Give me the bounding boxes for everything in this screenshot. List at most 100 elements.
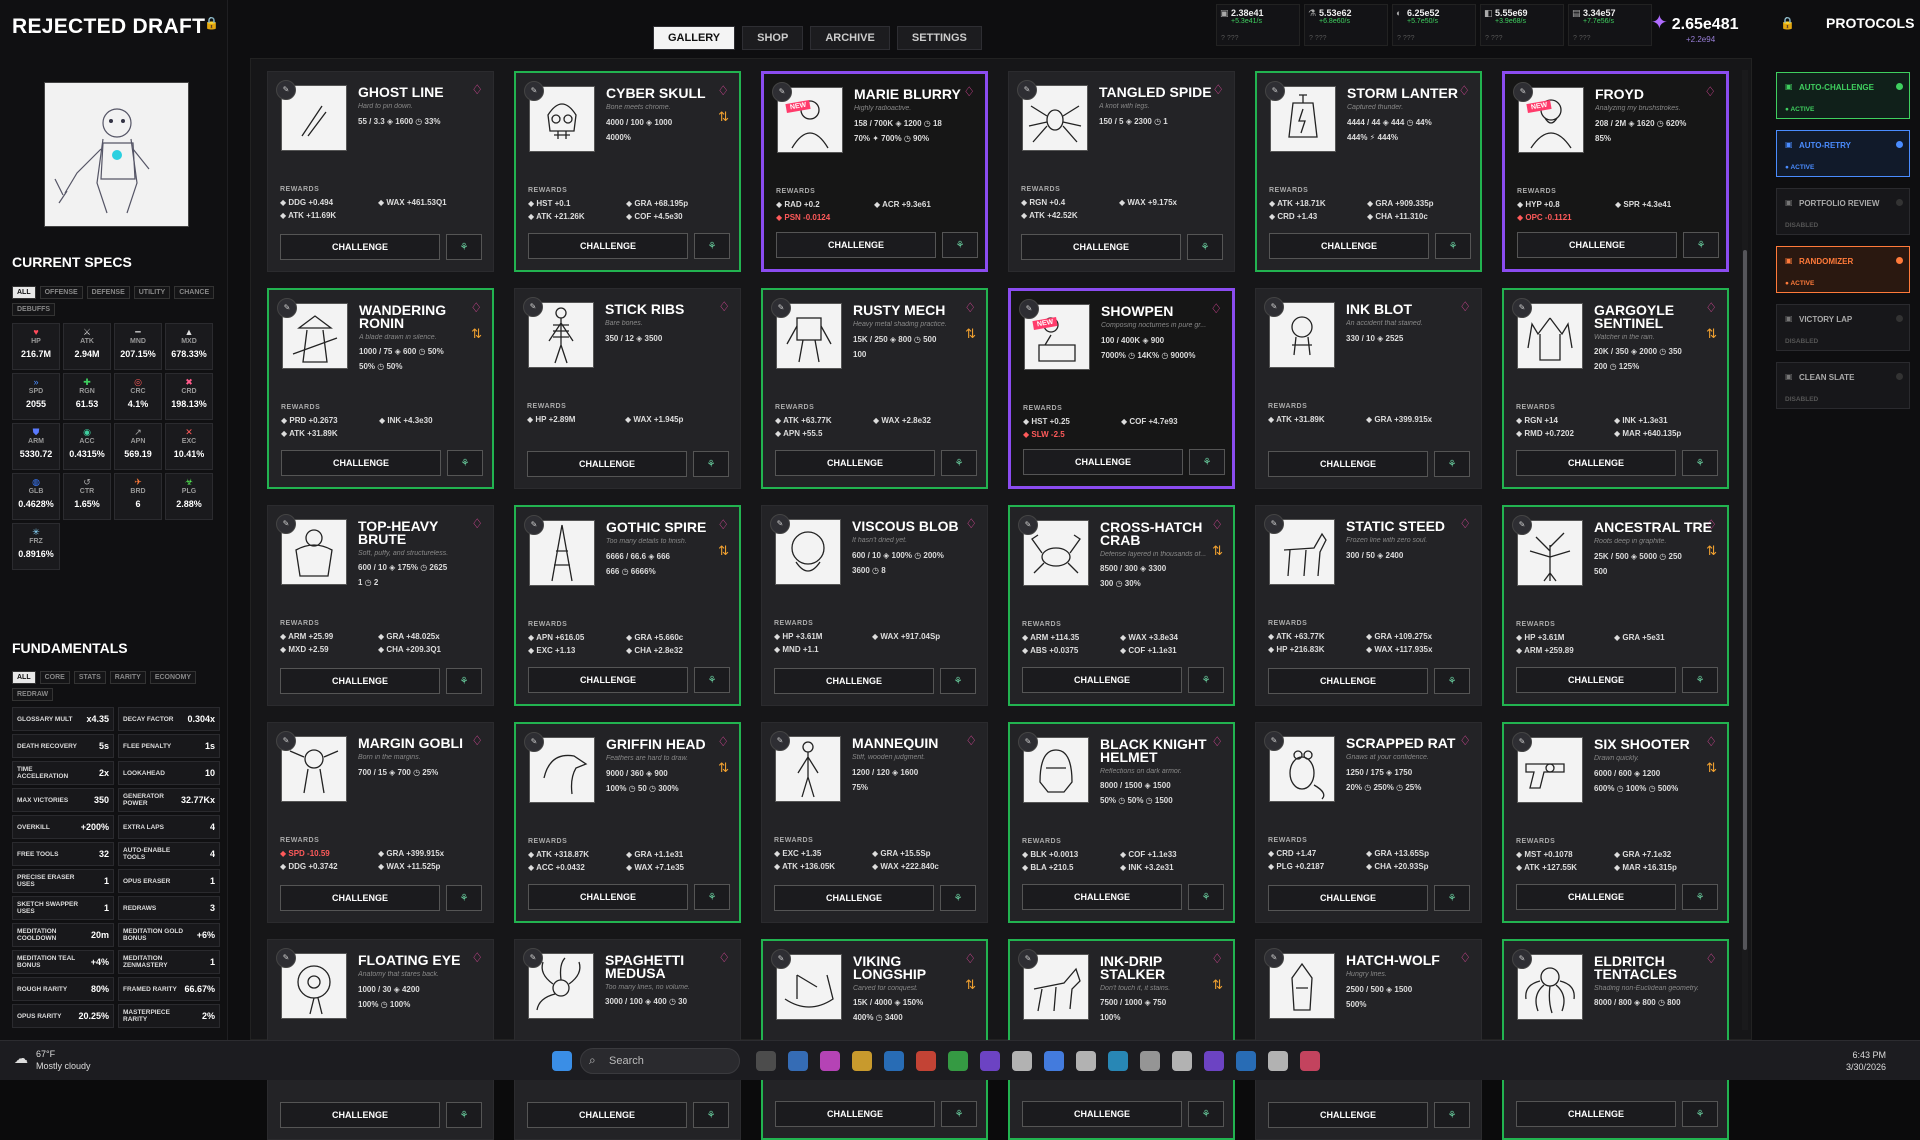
- protocol-randomizer[interactable]: ▣ RANDOMIZER ● ACTIVE: [1776, 246, 1910, 293]
- challenge-button[interactable]: CHALLENGE: [1021, 234, 1181, 260]
- protocol-toggle[interactable]: [1896, 373, 1903, 380]
- auto-challenge-icon[interactable]: ⚘: [694, 667, 730, 693]
- taskbar-app-icon[interactable]: [1108, 1051, 1128, 1071]
- filter-tab-rarity[interactable]: RARITY: [109, 671, 146, 684]
- protocol-toggle[interactable]: [1896, 257, 1903, 264]
- challenge-button[interactable]: CHALLENGE: [1516, 884, 1676, 910]
- auto-challenge-icon[interactable]: ⚘: [1682, 1101, 1718, 1127]
- challenge-button[interactable]: CHALLENGE: [528, 884, 688, 910]
- auto-challenge-icon[interactable]: ⚘: [446, 234, 482, 260]
- challenge-button[interactable]: CHALLENGE: [280, 668, 440, 694]
- challenge-button[interactable]: CHALLENGE: [1268, 885, 1428, 911]
- auto-challenge-icon[interactable]: ⚘: [1682, 667, 1718, 693]
- auto-challenge-icon[interactable]: ⚘: [1434, 451, 1470, 477]
- taskbar-app-icon[interactable]: [1236, 1051, 1256, 1071]
- filter-tab-debuffs[interactable]: DEBUFFS: [12, 303, 56, 316]
- taskbar-app-icon[interactable]: [1300, 1051, 1320, 1071]
- challenge-button[interactable]: CHALLENGE: [1517, 232, 1677, 258]
- taskbar-app-icon[interactable]: [1044, 1051, 1064, 1071]
- auto-challenge-icon[interactable]: ⚘: [694, 233, 730, 259]
- auto-challenge-icon[interactable]: ⚘: [1682, 450, 1718, 476]
- spec-spd[interactable]: » SPD 2055: [12, 373, 60, 420]
- spec-crd[interactable]: ✖ CRD 198.13%: [165, 373, 213, 420]
- system-clock[interactable]: 6:43 PM 3/30/2026: [1832, 1049, 1886, 1073]
- tab-archive[interactable]: ARCHIVE: [810, 26, 890, 50]
- filter-tab-redraw[interactable]: REDRAW: [12, 688, 54, 701]
- protocol-auto-retry[interactable]: ▣ AUTO-RETRY ● ACTIVE: [1776, 130, 1910, 177]
- auto-challenge-icon[interactable]: ⚘: [1683, 232, 1719, 258]
- lock-icon[interactable]: 🔒: [204, 16, 219, 30]
- filter-tab-stats[interactable]: STATS: [73, 671, 106, 684]
- filter-tab-all[interactable]: ALL: [12, 286, 36, 299]
- auto-challenge-icon[interactable]: ⚘: [940, 668, 976, 694]
- taskbar-app-icon[interactable]: [820, 1051, 840, 1071]
- scrollbar-thumb[interactable]: [1743, 250, 1747, 950]
- spec-glb[interactable]: ◍ GLB 0.4628%: [12, 473, 60, 520]
- auto-challenge-icon[interactable]: ⚘: [942, 232, 978, 258]
- challenge-button[interactable]: CHALLENGE: [1268, 1102, 1428, 1128]
- spec-crc[interactable]: ◎ CRC 4.1%: [114, 373, 162, 420]
- gallery-scrollbar[interactable]: [1742, 70, 1748, 1030]
- auto-challenge-icon[interactable]: ⚘: [1188, 667, 1224, 693]
- tab-shop[interactable]: SHOP: [742, 26, 804, 50]
- taskbar-app-icon[interactable]: [980, 1051, 1000, 1071]
- protocol-auto-challenge[interactable]: ▣ AUTO-CHALLENGE ● ACTIVE: [1776, 72, 1910, 119]
- spec-plg[interactable]: ☣ PLG 2.88%: [165, 473, 213, 520]
- challenge-button[interactable]: CHALLENGE: [527, 451, 687, 477]
- filter-tab-core[interactable]: CORE: [39, 671, 70, 684]
- spec-acc[interactable]: ◉ ACC 0.4315%: [63, 423, 111, 470]
- challenge-button[interactable]: CHALLENGE: [774, 668, 934, 694]
- taskbar-app-icon[interactable]: [1012, 1051, 1032, 1071]
- spec-arm[interactable]: ⛊ ARM 5330.72: [12, 423, 60, 470]
- protocols-lock-icon[interactable]: 🔒: [1780, 16, 1795, 30]
- challenge-button[interactable]: CHALLENGE: [280, 1102, 440, 1128]
- auto-challenge-icon[interactable]: ⚘: [941, 450, 977, 476]
- tab-gallery[interactable]: GALLERY: [653, 26, 736, 50]
- challenge-button[interactable]: CHALLENGE: [280, 885, 440, 911]
- challenge-button[interactable]: CHALLENGE: [527, 1102, 687, 1128]
- protocol-toggle[interactable]: [1896, 141, 1903, 148]
- challenge-button[interactable]: CHALLENGE: [1022, 1101, 1182, 1127]
- auto-challenge-icon[interactable]: ⚘: [446, 885, 482, 911]
- filter-tab-economy[interactable]: ECONOMY: [149, 671, 196, 684]
- protocol-clean-slate[interactable]: ▣ CLEAN SLATE DISABLED: [1776, 362, 1910, 409]
- protocol-toggle[interactable]: [1896, 315, 1903, 322]
- challenge-button[interactable]: CHALLENGE: [776, 232, 936, 258]
- tab-settings[interactable]: SETTINGS: [896, 26, 982, 50]
- spec-hp[interactable]: ♥ HP 216.7M: [12, 323, 60, 370]
- auto-challenge-icon[interactable]: ⚘: [1189, 449, 1225, 475]
- challenge-button[interactable]: CHALLENGE: [280, 234, 440, 260]
- taskbar-app-icon[interactable]: [852, 1051, 872, 1071]
- challenge-button[interactable]: CHALLENGE: [1516, 1101, 1676, 1127]
- challenge-button[interactable]: CHALLENGE: [1268, 451, 1428, 477]
- auto-challenge-icon[interactable]: ⚘: [446, 1102, 482, 1128]
- filter-tab-all[interactable]: ALL: [12, 671, 36, 684]
- taskbar-app-icon[interactable]: [1076, 1051, 1096, 1071]
- taskbar-app-icon[interactable]: [788, 1051, 808, 1071]
- challenge-button[interactable]: CHALLENGE: [775, 450, 935, 476]
- windows-start-icon[interactable]: [552, 1051, 572, 1071]
- auto-challenge-icon[interactable]: ⚘: [941, 1101, 977, 1127]
- weather-widget[interactable]: ☁ 67°F Mostly cloudy: [14, 1048, 91, 1072]
- challenge-button[interactable]: CHALLENGE: [774, 885, 934, 911]
- spec-exc[interactable]: ✕ EXC 10.41%: [165, 423, 213, 470]
- filter-tab-offense[interactable]: OFFENSE: [39, 286, 83, 299]
- challenge-button[interactable]: CHALLENGE: [1268, 668, 1428, 694]
- challenge-button[interactable]: CHALLENGE: [528, 233, 688, 259]
- protocol-toggle[interactable]: [1896, 83, 1903, 90]
- auto-challenge-icon[interactable]: ⚘: [446, 668, 482, 694]
- spec-mxd[interactable]: ▲ MXD 678.33%: [165, 323, 213, 370]
- filter-tab-utility[interactable]: UTILITY: [133, 286, 171, 299]
- taskbar-app-icon[interactable]: [756, 1051, 776, 1071]
- challenge-button[interactable]: CHALLENGE: [1022, 884, 1182, 910]
- challenge-button[interactable]: CHALLENGE: [1516, 450, 1676, 476]
- auto-challenge-icon[interactable]: ⚘: [1682, 884, 1718, 910]
- spec-brd[interactable]: ✈ BRD 6: [114, 473, 162, 520]
- auto-challenge-icon[interactable]: ⚘: [1188, 1101, 1224, 1127]
- taskbar-search[interactable]: ⌕ Search: [580, 1048, 740, 1074]
- auto-challenge-icon[interactable]: ⚘: [1434, 1102, 1470, 1128]
- auto-challenge-icon[interactable]: ⚘: [694, 884, 730, 910]
- challenge-button[interactable]: CHALLENGE: [775, 1101, 935, 1127]
- taskbar-app-icon[interactable]: [884, 1051, 904, 1071]
- challenge-button[interactable]: CHALLENGE: [1022, 667, 1182, 693]
